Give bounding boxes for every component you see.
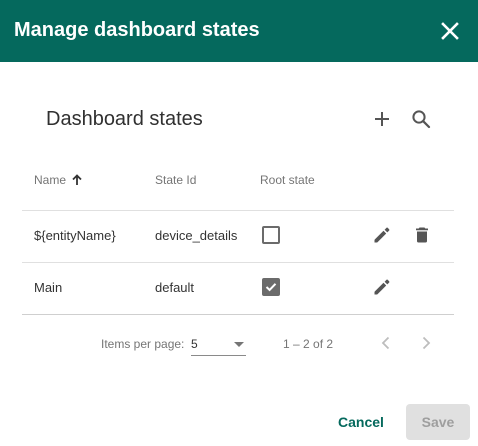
column-header-root-state: Root state (260, 173, 315, 187)
items-per-page-label: Items per page: (101, 337, 185, 351)
table-bottom-divider (22, 314, 454, 315)
dropdown-arrow-icon (234, 342, 244, 347)
add-state-button[interactable] (368, 105, 396, 133)
search-button[interactable] (407, 105, 435, 133)
page-size-select[interactable]: 5 (191, 331, 246, 356)
chevron-left-icon (381, 336, 390, 350)
column-header-name-label: Name (34, 173, 67, 187)
page-size-value: 5 (191, 337, 198, 351)
next-page-button[interactable] (414, 331, 438, 355)
column-header-name[interactable]: Name (34, 173, 83, 187)
cell-state-id: default (155, 280, 195, 295)
page-range-label: 1 – 2 of 2 (283, 337, 334, 351)
cell-state-id: device_details (155, 228, 238, 243)
cell-name: Main (34, 280, 63, 295)
chevron-right-icon (422, 336, 431, 350)
save-button[interactable]: Save (406, 404, 470, 440)
edit-button[interactable] (369, 274, 395, 300)
dialog-header: Manage dashboard states (0, 0, 478, 62)
table-row[interactable]: ${entityName} device_details (22, 210, 454, 262)
pencil-icon (374, 227, 390, 243)
trash-icon (416, 227, 428, 243)
edit-button[interactable] (369, 222, 395, 248)
cell-name: ${entityName} (34, 228, 116, 243)
search-icon (412, 110, 431, 129)
root-state-checkbox[interactable] (262, 278, 280, 296)
close-button[interactable] (436, 17, 464, 45)
manage-dashboard-states-dialog: Manage dashboard states Dashboard states… (0, 0, 478, 446)
cancel-button[interactable]: Cancel (330, 404, 392, 440)
pencil-icon (374, 279, 390, 295)
column-header-state-id[interactable]: State Id (155, 173, 196, 187)
delete-button[interactable] (409, 222, 435, 248)
close-icon (441, 22, 459, 40)
arrow-up-icon (71, 174, 83, 186)
checkmark-icon (265, 283, 277, 292)
root-state-checkbox[interactable] (262, 226, 280, 244)
section-title: Dashboard states (46, 108, 203, 130)
dialog-title: Manage dashboard states (14, 19, 260, 41)
plus-icon (375, 112, 389, 126)
table-row[interactable]: Main default (22, 262, 454, 314)
previous-page-button[interactable] (374, 331, 398, 355)
